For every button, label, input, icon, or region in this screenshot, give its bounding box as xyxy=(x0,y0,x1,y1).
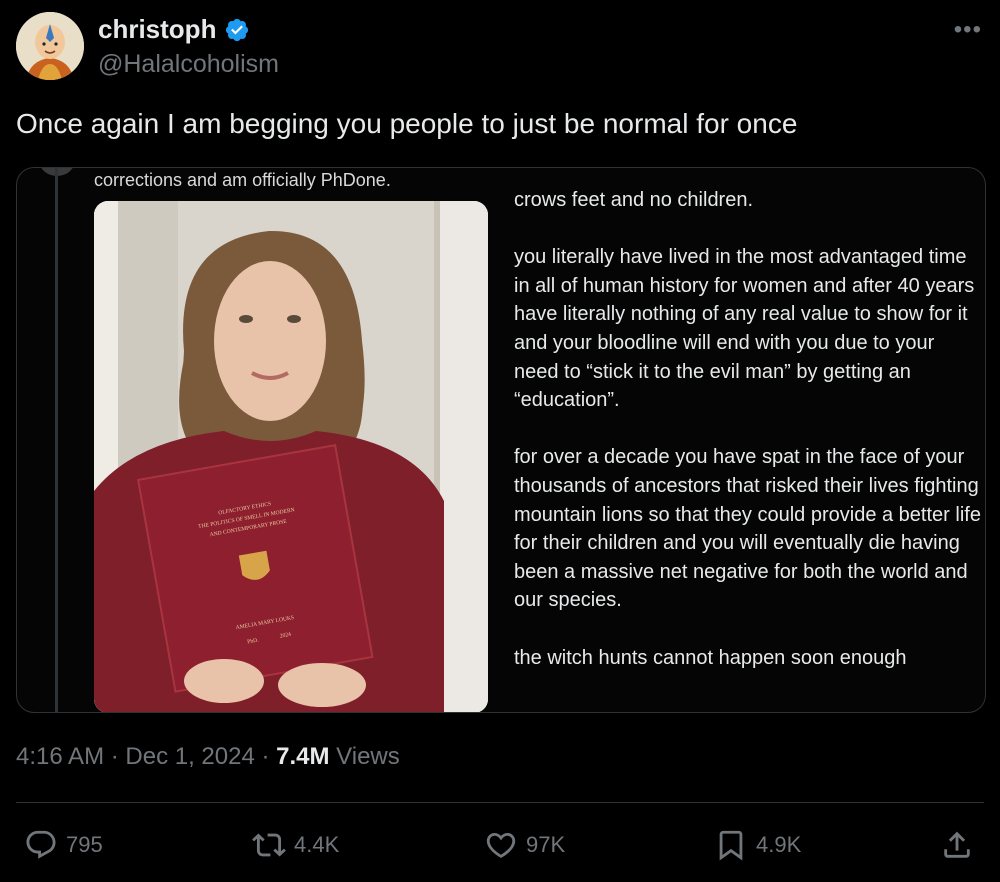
share-icon xyxy=(944,831,970,858)
embedded-paragraph: crows feet and no children. xyxy=(514,189,754,211)
author-display-name[interactable]: christoph xyxy=(98,14,216,45)
embedded-image[interactable]: corrections and am officially PhDone. OL… xyxy=(16,167,986,713)
like-button[interactable]: 97K xyxy=(484,820,565,870)
like-count: 97K xyxy=(526,832,566,857)
reply-button[interactable]: 795 xyxy=(24,820,103,870)
embedded-paragraph: you literally have lived in the most adv… xyxy=(514,246,975,412)
avatar-aang-icon xyxy=(16,12,84,80)
bookmark-count: 4.9K xyxy=(756,832,802,857)
tweet-date[interactable]: Dec 1, 2024 xyxy=(125,743,254,770)
author-avatar[interactable] xyxy=(16,12,84,80)
reply-icon xyxy=(26,830,56,859)
retweet-button[interactable]: 4.4K xyxy=(252,820,339,870)
bookmark-icon xyxy=(719,830,743,861)
divider xyxy=(16,802,984,803)
meta-separator: · xyxy=(104,743,126,770)
share-button[interactable] xyxy=(940,820,974,870)
retweet-icon xyxy=(252,833,286,857)
embedded-paragraph: the witch hunts cannot happen soon enoug… xyxy=(514,646,907,669)
embedded-top-text: corrections and am officially PhDone. xyxy=(94,170,391,190)
author-name-row: christoph xyxy=(98,14,250,45)
reply-count: 795 xyxy=(66,832,103,857)
embedded-paragraph: for over a decade you have spat in the f… xyxy=(514,446,981,612)
verified-badge-icon[interactable] xyxy=(224,17,250,43)
bookmark-button[interactable]: 4.9K xyxy=(714,820,801,870)
embedded-photo: OLFACTORY ETHICS THE POLITICS OF SMELL I… xyxy=(94,201,488,712)
tweet-time[interactable]: 4:16 AM xyxy=(16,743,104,770)
thread-line xyxy=(55,168,58,712)
retweet-count: 4.4K xyxy=(294,832,340,857)
meta-separator: · xyxy=(254,743,277,770)
embedded-text-body: crows feet and no children. you literall… xyxy=(514,186,984,701)
views-label: Views xyxy=(329,743,400,770)
more-horizontal-icon[interactable]: ••• xyxy=(954,16,982,44)
action-bar: 795 4.4K 97K 4.9K xyxy=(0,820,1000,870)
heart-icon xyxy=(486,832,516,858)
tweet-meta: 4:16 AM · Dec 1, 2024 · 7.4M Views xyxy=(16,743,400,771)
views-count[interactable]: 7.4M xyxy=(276,743,329,770)
author-handle[interactable]: @Halalcoholism xyxy=(98,50,279,79)
tweet-text: Once again I am begging you people to ju… xyxy=(16,108,798,139)
